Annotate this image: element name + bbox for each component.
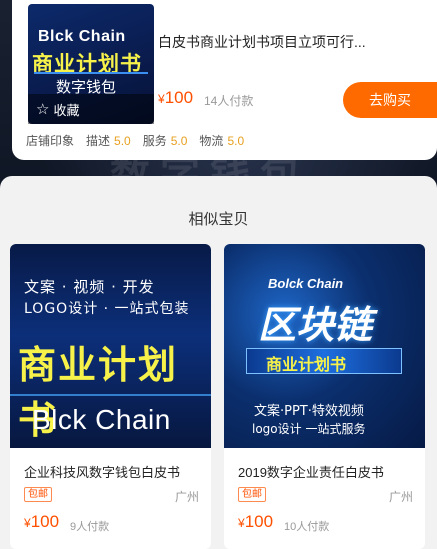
thumb-title-en: Blck Chain bbox=[38, 28, 126, 45]
rating-label: 描述 bbox=[86, 134, 111, 148]
image-text: logo设计 一站式服务 bbox=[252, 422, 366, 436]
similar-item[interactable]: Bolck Chain 区块链 商业计划书 文案·PPT·特效视频 logo设计… bbox=[224, 244, 425, 549]
currency-symbol: ¥ bbox=[238, 516, 245, 530]
product-title[interactable]: 白皮书商业计划书项目立项可行... bbox=[158, 32, 428, 52]
paid-count: 9人付款 bbox=[70, 521, 110, 533]
price-value: 100 bbox=[164, 88, 194, 107]
item-location: 广州 bbox=[388, 490, 413, 504]
buy-button[interactable]: 去购买 bbox=[343, 82, 437, 118]
free-shipping-badge: 包邮 bbox=[238, 487, 266, 502]
product-card: Blck Chain 商业计划书 数字钱包 ☆ 收藏 白皮书商业计划书项目立项可… bbox=[12, 0, 437, 160]
image-text: 文案·PPT·特效视频 bbox=[254, 404, 364, 419]
similar-section-title: 相似宝贝 bbox=[188, 211, 249, 228]
product-price: ¥100 bbox=[158, 88, 193, 108]
thumb-divider bbox=[34, 72, 148, 74]
similar-item[interactable]: 文案 · 视频 · 开发 LOGO设计 · 一站式包装 商业计划书 Blck C… bbox=[10, 244, 211, 549]
price-value: 100 bbox=[30, 512, 60, 531]
item-price: ¥100 bbox=[238, 512, 273, 532]
image-text: Bolck Chain bbox=[268, 276, 344, 291]
favorite-button[interactable]: ☆ 收藏 bbox=[28, 94, 154, 124]
free-shipping-badge: 包邮 bbox=[24, 487, 52, 502]
paid-count: 10人付款 bbox=[284, 521, 330, 533]
image-text: 文案 · 视频 · 开发 bbox=[24, 278, 155, 296]
similar-item-title[interactable]: 企业科技风数字钱包白皮书 bbox=[24, 462, 180, 481]
similar-item-image[interactable]: 文案 · 视频 · 开发 LOGO设计 · 一站式包装 商业计划书 Blck C… bbox=[10, 244, 211, 448]
similar-item-image[interactable]: Bolck Chain 区块链 商业计划书 文案·PPT·特效视频 logo设计… bbox=[224, 244, 425, 448]
favorite-label: 收藏 bbox=[53, 102, 80, 118]
currency-symbol: ¥ bbox=[24, 516, 31, 530]
paid-count: 14人付款 bbox=[204, 94, 254, 108]
image-text: Blck Chain bbox=[32, 404, 171, 435]
shop-impression-label: 店铺印象 bbox=[26, 134, 75, 148]
price-value: 100 bbox=[244, 512, 274, 531]
image-text: LOGO设计 · 一站式包装 bbox=[24, 301, 190, 317]
similar-item-title[interactable]: 2019数字企业责任白皮书 bbox=[238, 462, 384, 481]
image-text: 商业计划书 bbox=[266, 355, 347, 374]
item-price: ¥100 bbox=[24, 512, 59, 532]
image-divider bbox=[10, 394, 211, 396]
image-text: 区块链 bbox=[258, 303, 373, 347]
currency-symbol: ¥ bbox=[158, 92, 165, 106]
star-outline-icon: ☆ bbox=[36, 101, 50, 118]
item-location: 广州 bbox=[174, 490, 199, 504]
